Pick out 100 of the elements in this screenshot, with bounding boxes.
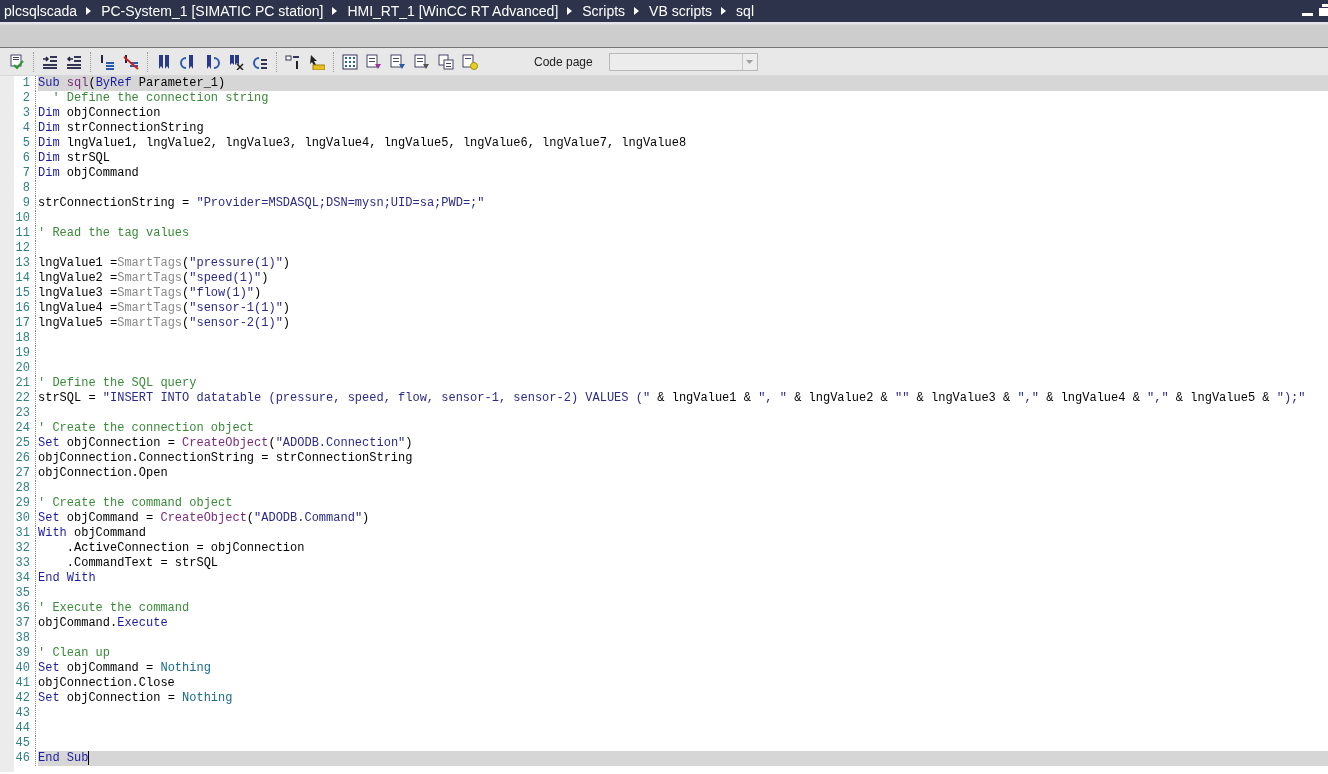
code-line: ' Create the command object: [38, 496, 234, 511]
line-number: 38: [14, 631, 30, 646]
document-icon[interactable]: [390, 53, 406, 70]
line-number: 25: [14, 436, 30, 451]
next-bookmark-icon[interactable]: [204, 53, 220, 70]
line-number: 24: [14, 421, 30, 436]
line-number: 28: [14, 481, 30, 496]
breadcrumb-item[interactable]: Scripts: [582, 3, 626, 19]
triangle-icon: [332, 7, 338, 15]
code-line: Set objConnection = CreateObject("ADODB.Connection"): [38, 436, 414, 451]
triangle-icon: [86, 7, 92, 15]
line-number: 9: [21, 196, 30, 211]
line-number: 13: [14, 256, 30, 271]
code-line: lngValue1 =SmartTags("pressure(1)"): [38, 256, 292, 271]
breadcrumb-item[interactable]: plcsqlscada: [4, 3, 78, 19]
line-number: 46: [14, 751, 30, 766]
line-number: 1: [21, 76, 30, 91]
line-number: 36: [14, 601, 30, 616]
code-line: Dim strConnectionString: [38, 121, 205, 136]
code-line: Dim strSQL: [38, 151, 112, 166]
code-line: ' Define the connection string: [51, 91, 270, 106]
line-number: 7: [21, 166, 30, 181]
restore-icon[interactable]: [1319, 4, 1328, 16]
line-number: 16: [14, 301, 30, 316]
line-number: 6: [21, 151, 30, 166]
line-number: 29: [14, 496, 30, 511]
bookmark-icon[interactable]: [156, 53, 172, 70]
code-line: Dim objCommand: [38, 166, 140, 181]
line-number: 35: [14, 586, 30, 601]
code-page-label: Code page: [534, 54, 593, 69]
code-line: Set objCommand = CreateObject("ADODB.Command"): [38, 511, 371, 526]
line-number: 10: [14, 211, 30, 226]
breadcrumb-item[interactable]: sql: [736, 3, 754, 19]
dropdown-arrow-icon: [746, 59, 754, 64]
line-number: 21: [14, 376, 30, 391]
triangle-icon: [567, 7, 573, 15]
breadcrumb-item[interactable]: HMI_RT_1 [WinCC RT Advanced]: [347, 3, 559, 19]
code-line: lngValue2 =SmartTags("speed(1)"): [38, 271, 270, 286]
code-line: lngValue3 =SmartTags("flow(1)"): [38, 286, 263, 301]
code-line: Dim objConnection: [38, 106, 162, 121]
code-line: objCommand.Execute: [38, 616, 169, 631]
line-number: 12: [14, 241, 30, 256]
line-number: 20: [14, 361, 30, 376]
line-number: 42: [14, 691, 30, 706]
breadcrumb-item[interactable]: VB scripts: [649, 3, 713, 19]
highlight-icon[interactable]: [309, 53, 325, 70]
line-number: 44: [14, 721, 30, 736]
triangle-icon: [721, 7, 727, 15]
code-line: ' Read the tag values: [38, 226, 191, 241]
line-number: 15: [14, 286, 30, 301]
indent-icon[interactable]: [42, 53, 58, 70]
grid-icon[interactable]: [342, 53, 358, 70]
code-line: ' Execute the command: [38, 601, 191, 616]
code-line: objConnection.Close: [38, 676, 176, 691]
code-line: .ActiveConnection = objConnection: [65, 541, 306, 556]
line-number: 41: [14, 676, 30, 691]
triangle-icon: [634, 7, 640, 15]
code-line: Set objConnection = Nothing: [38, 691, 234, 706]
line-number: 18: [14, 331, 30, 346]
line-number: 14: [14, 271, 30, 286]
code-line: .CommandText = strSQL: [65, 556, 220, 571]
line-number: 39: [14, 646, 30, 661]
line-number: 45: [14, 736, 30, 751]
code-line: strSQL = "INSERT INTO datatable (pressure, speed, flow, sensor-1, sensor-2) VALUES (" & lngValue1 & ", " & lngValue2 & "" & lngValue3 & "," & lngValue4 & "," & lngValue5 & ");": [38, 391, 1307, 406]
outdent-icon[interactable]: [66, 53, 82, 70]
code-line: With objCommand: [38, 526, 148, 541]
line-number: 11: [14, 226, 30, 241]
list-view-icon[interactable]: [285, 53, 301, 70]
line-number: 22: [14, 391, 30, 406]
line-number: 19: [14, 346, 30, 361]
line-number: 37: [14, 616, 30, 631]
code-line: ' Create the connection object: [38, 421, 256, 436]
line-number: 32: [14, 541, 30, 556]
documents-icon[interactable]: [438, 53, 454, 70]
remove-list-icon[interactable]: [123, 53, 139, 70]
breadcrumb-item[interactable]: PC-System_1 [SIMATIC PC station]: [101, 3, 324, 19]
line-number: 40: [14, 661, 30, 676]
line-number: 3: [21, 106, 30, 121]
line-number: 2: [21, 91, 30, 106]
code-line: ' Define the SQL query: [38, 376, 198, 391]
line-number: 23: [14, 406, 30, 421]
check-document-icon[interactable]: [9, 53, 25, 70]
code-line: objConnection.Open: [38, 466, 169, 481]
line-number: 17: [14, 316, 30, 331]
line-number: 31: [14, 526, 30, 541]
code-line: Set objCommand = Nothing: [38, 661, 212, 676]
document-icon[interactable]: [366, 53, 382, 70]
code-line: End With: [38, 571, 97, 586]
document-icon[interactable]: [462, 53, 478, 70]
code-line: strConnectionString = "Provider=MSDASQL;DSN=mysn;UID=sa;PWD=;": [38, 196, 486, 211]
previous-bookmark-icon[interactable]: [180, 53, 196, 70]
line-number: 5: [21, 136, 30, 151]
code-line: Dim lngValue1, lngValue2, lngValue3, lngValue4, lngValue5, lngValue6, lngValue7, lngValue8: [38, 136, 688, 151]
document-icon[interactable]: [414, 53, 430, 70]
list-icon[interactable]: [99, 53, 115, 70]
line-number: 30: [14, 511, 30, 526]
line-number: 33: [14, 556, 30, 571]
line-number: 26: [14, 451, 30, 466]
clear-bookmarks-icon[interactable]: [228, 53, 244, 70]
line-number: 27: [14, 466, 30, 481]
